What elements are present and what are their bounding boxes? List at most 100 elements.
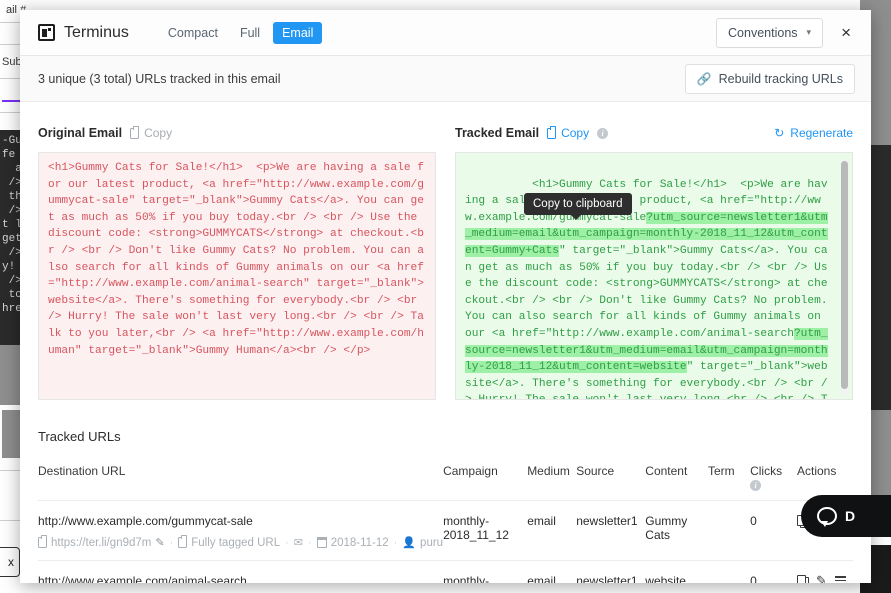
col-destination-url: Destination URL [38,464,443,501]
view-mode-tabs: Compact Full Email [159,22,322,44]
tracked-copy-label: Copy [561,126,589,140]
original-panel-header: Original Email Copy [38,124,436,142]
chat-widget-button[interactable]: D [801,495,891,537]
short-url[interactable]: https://ter.li/gn9d7m ✎ [38,536,165,549]
email-panels: Original Email Copy <h1>Gummy Cats for S… [38,102,853,400]
header-actions: Conventions ▾ × [716,18,855,48]
chat-widget-label: D [845,508,855,524]
info-icon[interactable]: i [750,480,761,491]
owner: 👤 puru [402,536,443,549]
cell-source: newsletter1 [576,501,645,561]
meta-separator: · [394,537,398,549]
email-tracking-modal: Terminus Compact Full Email Conventions … [20,10,871,583]
url-summary-text: 3 unique (3 total) URLs tracked in this … [38,72,280,86]
cell-destination-url: http://www.example.com/gummycat-sale http… [38,501,443,561]
app-title: Terminus [64,24,129,42]
col-term: Term [708,464,750,501]
close-icon[interactable]: × [837,22,855,43]
tab-full[interactable]: Full [231,22,269,44]
modal-header: Terminus Compact Full Email Conventions … [20,10,871,56]
cell-term [708,501,750,561]
clipboard-icon [38,537,47,548]
cell-clicks: 0 [750,501,797,561]
destination-url-text[interactable]: http://www.example.com/gummycat-sale [38,514,443,528]
chevron-down-icon: ▾ [807,27,812,38]
conventions-dropdown[interactable]: Conventions ▾ [716,18,823,48]
cell-content: website [645,561,708,584]
tab-compact[interactable]: Compact [159,22,227,44]
modal-subheader: 3 unique (3 total) URLs tracked in this … [20,56,871,102]
row-meta: https://ter.li/gn9d7m ✎ · Fully tagged URL ·… [38,536,443,560]
envelope-icon: ✉ [294,536,303,549]
link-icon: 🔗 [697,72,712,86]
tracked-email-code: <h1>Gummy Cats for Sale!</h1> <p>We are … [455,152,853,400]
person-icon: 👤 [402,536,416,549]
brand: Terminus [38,24,129,42]
meta-separator: · [285,537,289,549]
tracked-code-text: " target="_blank">Gummy Cats</a>. You ca… [465,245,834,340]
cell-destination-url: http://www.example.com/animal-searchhttp… [38,561,443,584]
col-clicks-label: Clicks [750,464,782,478]
tracked-email-scrollbar[interactable] [841,159,848,395]
edit-icon[interactable]: ✎ [816,574,827,583]
table-row[interactable]: http://www.example.com/gummycat-sale http… [38,501,853,561]
cell-source: newsletter1 [576,561,645,584]
background-button[interactable]: x [0,547,20,577]
created-date-text: 2018-11-12 [331,537,389,549]
col-clicks: Clicks i [750,464,797,501]
modal-body: Copy to clipboard Original Email Copy <h… [20,102,871,583]
created-date: 2018-11-12 [317,537,389,549]
regenerate-button[interactable]: ↻ Regenerate [774,126,853,140]
original-email-code: <h1>Gummy Cats for Sale!</h1> <p>We are … [38,152,436,400]
original-copy-label: Copy [144,126,172,140]
duplicate-icon[interactable] [797,575,808,584]
refresh-icon: ↻ [774,126,784,140]
background-subject-text: Sub [2,56,22,68]
cell-medium: email [527,501,576,561]
tracked-urls-title: Tracked URLs [38,429,853,444]
meta-separator: · [170,537,174,549]
rebuild-label: Rebuild tracking URLs [719,72,843,86]
owner-text: puru [420,537,443,549]
short-url-text: https://ter.li/gn9d7m [51,537,151,549]
meta-separator: · [308,537,312,549]
tracked-urls-table: Destination URL Campaign Medium Source C… [38,464,853,583]
cell-actions: ✎ [797,561,853,584]
conventions-label: Conventions [728,26,798,40]
original-email-title: Original Email [38,126,122,140]
terminus-logo-icon [38,24,55,41]
clipboard-icon [130,128,139,139]
cell-clicks: 0 [750,561,797,584]
cell-medium: email [527,561,576,584]
clipboard-icon [178,537,187,548]
menu-icon[interactable] [835,576,846,583]
regenerate-label: Regenerate [790,126,853,140]
col-source: Source [576,464,645,501]
tracked-email-title: Tracked Email [455,126,539,140]
col-campaign: Campaign [443,464,527,501]
tracked-copy-button[interactable]: Copy [547,126,589,140]
clipboard-icon [547,128,556,139]
original-copy-button[interactable]: Copy [130,126,172,140]
tracked-email-panel: Tracked Email Copy i ↻ Regenerate <h1>Gu… [455,124,853,400]
col-content: Content [645,464,708,501]
tab-email[interactable]: Email [273,22,322,44]
destination-url-text[interactable]: http://www.example.com/animal-search [38,574,443,583]
edit-icon[interactable]: ✎ [155,536,164,549]
table-header: Destination URL Campaign Medium Source C… [38,464,853,501]
cell-campaign: monthly-2018_11_12 [443,501,527,561]
tracked-panel-header: Tracked Email Copy i ↻ Regenerate [455,124,853,142]
table-body: http://www.example.com/gummycat-sale http… [38,501,853,584]
cell-campaign: monthly-2018_11_12 [443,561,527,584]
table-row[interactable]: http://www.example.com/animal-searchhttp… [38,561,853,584]
tag-status-text: Fully tagged URL [191,537,280,549]
rebuild-tracking-urls-button[interactable]: 🔗 Rebuild tracking URLs [685,64,855,94]
cell-content: Gummy Cats [645,501,708,561]
chat-bubble-icon [817,507,837,525]
original-email-panel: Original Email Copy <h1>Gummy Cats for S… [38,124,436,400]
tag-status: Fully tagged URL [178,537,280,549]
cell-term [708,561,750,584]
copy-tooltip: Copy to clipboard [524,193,632,215]
calendar-icon [317,538,327,548]
info-icon[interactable]: i [597,128,608,139]
